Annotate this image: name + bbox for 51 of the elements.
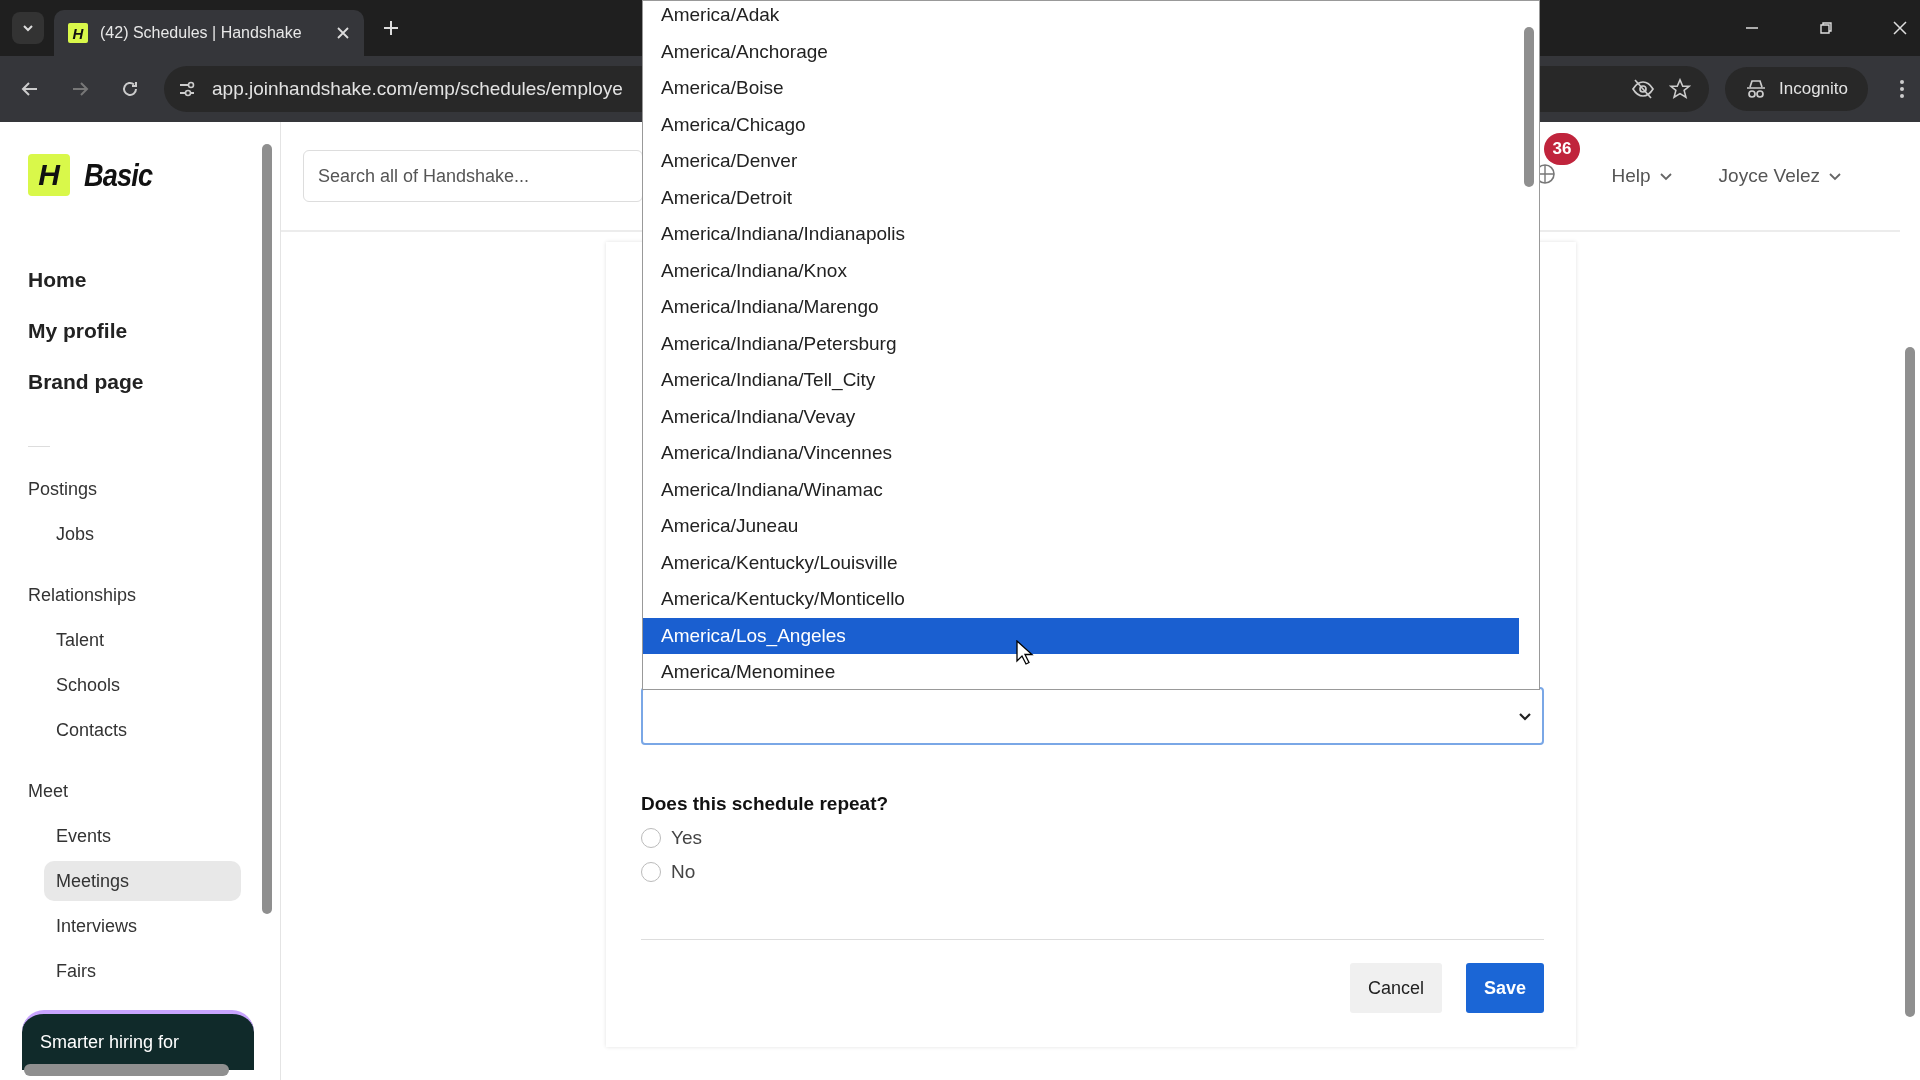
brand-name: Basic xyxy=(84,156,153,194)
dropdown-option[interactable]: America/Detroit xyxy=(643,179,1519,216)
nav-link[interactable]: Meetings xyxy=(44,861,241,901)
notification-badge: 36 xyxy=(1543,133,1581,165)
dropdown-option[interactable]: America/Kentucky/Monticello xyxy=(643,581,1519,618)
nav-link[interactable]: Contacts xyxy=(44,710,241,750)
nav-link[interactable]: Jobs xyxy=(44,514,241,554)
dropdown-option[interactable]: America/Indiana/Tell_City xyxy=(643,362,1519,399)
section-heading: Meet xyxy=(28,780,70,803)
dropdown-option[interactable]: America/Los_Angeles xyxy=(643,617,1519,654)
radio-label: No xyxy=(671,861,696,883)
dropdown-option[interactable]: America/Menominee xyxy=(643,654,1519,689)
nav-link[interactable]: Fairs xyxy=(44,951,241,991)
tab-title: (42) Schedules | Handshake xyxy=(100,24,303,42)
favicon: H xyxy=(68,23,88,43)
dropdown-option[interactable]: America/Denver xyxy=(643,143,1519,180)
dropdown-option[interactable]: America/Indiana/Vincennes xyxy=(643,435,1519,472)
section-heading: Relationships xyxy=(28,584,138,607)
incognito-button[interactable]: Incognito xyxy=(1725,67,1868,111)
cancel-button[interactable]: Cancel xyxy=(1349,963,1442,1013)
menu-button[interactable]: Joyce Velez xyxy=(1718,165,1842,187)
radio-label: Yes xyxy=(671,827,702,849)
url-text: app.joinhandshake.com/emp/schedules/employe xyxy=(212,78,623,100)
dropdown-option[interactable]: America/Juneau xyxy=(643,508,1519,545)
dropdown-option[interactable]: America/Indiana/Marengo xyxy=(643,289,1519,326)
question-label: Does this schedule repeat? xyxy=(641,793,890,815)
dropdown-option[interactable]: America/Adak xyxy=(643,1,1519,34)
search-field[interactable]: Search all of Handshake... xyxy=(303,150,643,202)
dropdown-option[interactable]: America/Indiana/Knox xyxy=(643,252,1519,289)
nav-link[interactable]: Events xyxy=(44,816,241,856)
dropdown-option[interactable]: America/Boise xyxy=(643,70,1519,107)
menu-button[interactable]: Help xyxy=(1611,165,1673,187)
save-button[interactable]: Save xyxy=(1465,963,1544,1013)
dropdown-option[interactable]: America/Indiana/Indianapolis xyxy=(643,216,1519,253)
browser-tab[interactable]: H (42) Schedules | Handshake xyxy=(54,10,364,56)
nav-link[interactable]: Schools xyxy=(44,665,241,705)
dropdown-option[interactable]: America/Indiana/Petersburg xyxy=(643,325,1519,362)
nav-link[interactable]: Talent xyxy=(44,620,241,660)
nav-link[interactable]: Home xyxy=(28,268,280,292)
promo-text: Smarter hiring for xyxy=(40,1032,180,1052)
nav-link[interactable]: My profile xyxy=(28,319,280,343)
nav-link[interactable]: Brand page xyxy=(28,370,280,394)
dropdown-option[interactable]: America/Kentucky/Louisville xyxy=(643,544,1519,581)
dropdown-option[interactable]: America/Anchorage xyxy=(643,33,1519,70)
promo-banner[interactable]: Smarter hiring for xyxy=(22,1010,254,1070)
dropdown-option[interactable]: America/Chicago xyxy=(643,106,1519,143)
dropdown-option[interactable]: America/Indiana/Vevay xyxy=(643,398,1519,435)
dropdown-option[interactable]: America/Indiana/Winamac xyxy=(643,471,1519,508)
section-heading: Postings xyxy=(28,478,99,501)
logo[interactable]: H xyxy=(28,154,70,196)
nav-link[interactable]: Interviews xyxy=(44,906,241,946)
